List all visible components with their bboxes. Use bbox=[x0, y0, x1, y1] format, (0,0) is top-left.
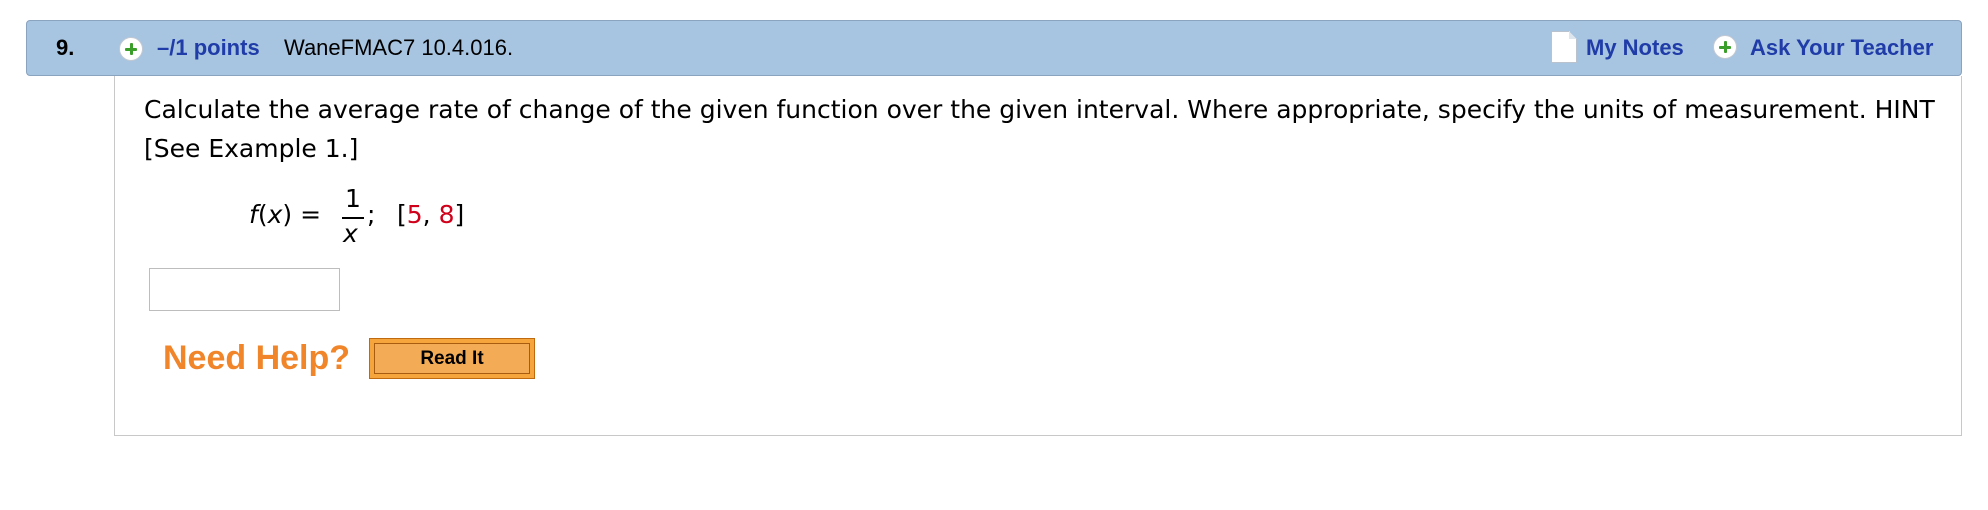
formula-separator: ; bbox=[367, 200, 376, 229]
interval: [5, 8] bbox=[397, 200, 464, 230]
question-body: Calculate the average rate of change of … bbox=[114, 76, 1962, 436]
function-variable: x bbox=[267, 200, 283, 229]
interval-close-bracket: ] bbox=[454, 200, 465, 229]
fraction-numerator: 1 bbox=[345, 184, 361, 213]
need-help-label: Need Help? bbox=[163, 339, 351, 377]
interval-comma: , bbox=[422, 200, 439, 229]
interval-start: 5 bbox=[406, 200, 423, 229]
points-link[interactable]: –/1 points bbox=[157, 36, 260, 60]
answer-input[interactable] bbox=[149, 268, 340, 311]
ask-teacher-plus-icon[interactable] bbox=[1713, 35, 1737, 59]
note-page-icon[interactable] bbox=[1551, 31, 1577, 63]
question-source: WaneFMAC7 10.4.016. bbox=[284, 35, 514, 60]
question-header: 9. –/1 points WaneFMAC7 10.4.016. My Not… bbox=[26, 20, 1962, 76]
question-number: 9. bbox=[56, 35, 75, 60]
function-name: f bbox=[249, 200, 258, 229]
function-lhs: f(x) = bbox=[249, 200, 321, 230]
read-it-button[interactable]: Read It bbox=[369, 338, 535, 379]
close-paren-equals: ) = bbox=[282, 200, 322, 229]
open-paren: ( bbox=[257, 200, 268, 229]
fraction-denominator: x bbox=[343, 219, 358, 248]
ask-your-teacher-link[interactable]: Ask Your Teacher bbox=[1750, 36, 1933, 60]
interval-open-bracket: [ bbox=[397, 200, 407, 229]
my-notes-link[interactable]: My Notes bbox=[1586, 36, 1684, 60]
interval-end: 8 bbox=[438, 200, 455, 229]
plus-circle-icon[interactable] bbox=[119, 37, 143, 61]
read-it-label: Read It bbox=[374, 343, 530, 374]
question-prompt: Calculate the average rate of change of … bbox=[144, 95, 1935, 163]
